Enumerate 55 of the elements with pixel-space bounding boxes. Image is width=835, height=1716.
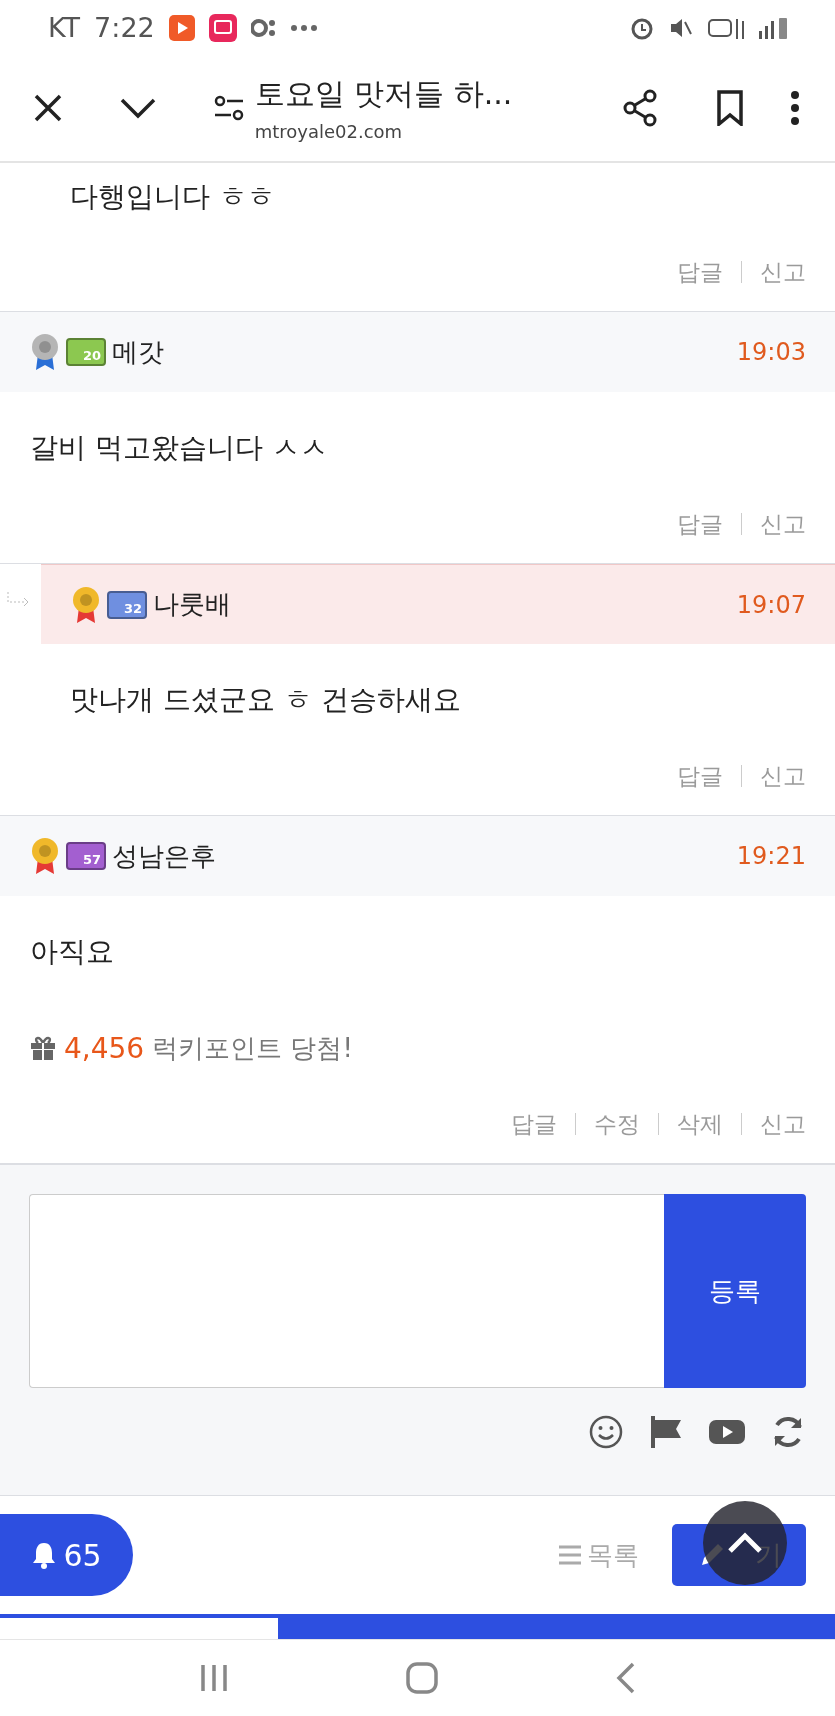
comment-text: 갈비 먹고왔습니다 ㅅㅅ xyxy=(30,431,328,464)
more-icon xyxy=(290,24,317,31)
comment-action-link[interactable]: 신고 xyxy=(760,760,806,792)
comment-time: 19:07 xyxy=(736,590,806,619)
home-icon[interactable] xyxy=(406,1662,439,1694)
page-url: mtroyale02.com xyxy=(254,121,404,142)
back-icon[interactable] xyxy=(616,1662,637,1694)
comment-action-link[interactable]: 신고 xyxy=(760,1108,806,1140)
medal-icon xyxy=(30,836,60,876)
menu-icon xyxy=(790,91,800,125)
flag-icon[interactable] xyxy=(648,1414,684,1450)
comment-action-link[interactable]: 신고 xyxy=(760,256,806,288)
medal-icon xyxy=(30,332,60,372)
recents-icon[interactable] xyxy=(198,1663,229,1693)
bookmark-icon xyxy=(716,90,744,126)
share-icon xyxy=(621,89,659,127)
comment-action-link[interactable]: 수정 xyxy=(594,1108,640,1140)
comment-action-link[interactable]: 답글 xyxy=(677,760,723,792)
comment-text: 맛나개 드셨군요 ㅎ 건승하새요 xyxy=(70,683,461,716)
comment-time: 19:21 xyxy=(736,842,806,870)
bell-icon xyxy=(31,1541,58,1569)
comment-action-link[interactable]: 삭제 xyxy=(677,1108,723,1140)
gift-icon xyxy=(30,1035,56,1061)
chat-icon xyxy=(208,13,237,42)
notification-button[interactable]: 65 xyxy=(0,1514,133,1596)
level-badge: 20 xyxy=(66,338,106,366)
close-icon xyxy=(33,93,63,123)
comment-time: 19:03 xyxy=(736,338,806,366)
page-title: 토요일 맛저들 하... xyxy=(254,75,514,113)
level-badge: 32 xyxy=(107,590,147,619)
comment-action-link[interactable]: 답글 xyxy=(677,256,723,288)
comment-action-link[interactable]: 답글 xyxy=(511,1108,557,1140)
clock: 7:22 xyxy=(94,12,155,43)
author-name: 성남은후 xyxy=(112,839,217,873)
menu-lines-icon xyxy=(559,1545,581,1565)
comment-text: 다행입니다 ㅎㅎ xyxy=(70,180,275,213)
carrier: KT xyxy=(48,12,81,43)
prize-amount: 4,456 xyxy=(64,1031,145,1065)
comment-text: 아직요 xyxy=(30,935,114,968)
dots-icon xyxy=(250,17,277,38)
comment-action-link[interactable]: 신고 xyxy=(760,508,806,540)
list-link[interactable]: 목록 xyxy=(559,1537,639,1573)
sliders-icon xyxy=(212,95,245,121)
chevron-down-icon xyxy=(120,97,157,119)
comment-action-link[interactable]: 답글 xyxy=(677,508,723,540)
prize-text: 럭키포인트 당첨! xyxy=(152,1031,353,1065)
emoji-icon[interactable] xyxy=(588,1414,624,1450)
author-name: 나룻배 xyxy=(153,588,232,621)
app-icon xyxy=(168,14,195,41)
comment-input[interactable] xyxy=(29,1194,664,1388)
author-name: 메갓 xyxy=(112,335,165,369)
submit-button[interactable]: 등록 xyxy=(664,1194,806,1388)
level-badge: 57 xyxy=(66,842,106,870)
medal-icon xyxy=(71,584,101,625)
reply-arrow-icon xyxy=(6,592,30,608)
